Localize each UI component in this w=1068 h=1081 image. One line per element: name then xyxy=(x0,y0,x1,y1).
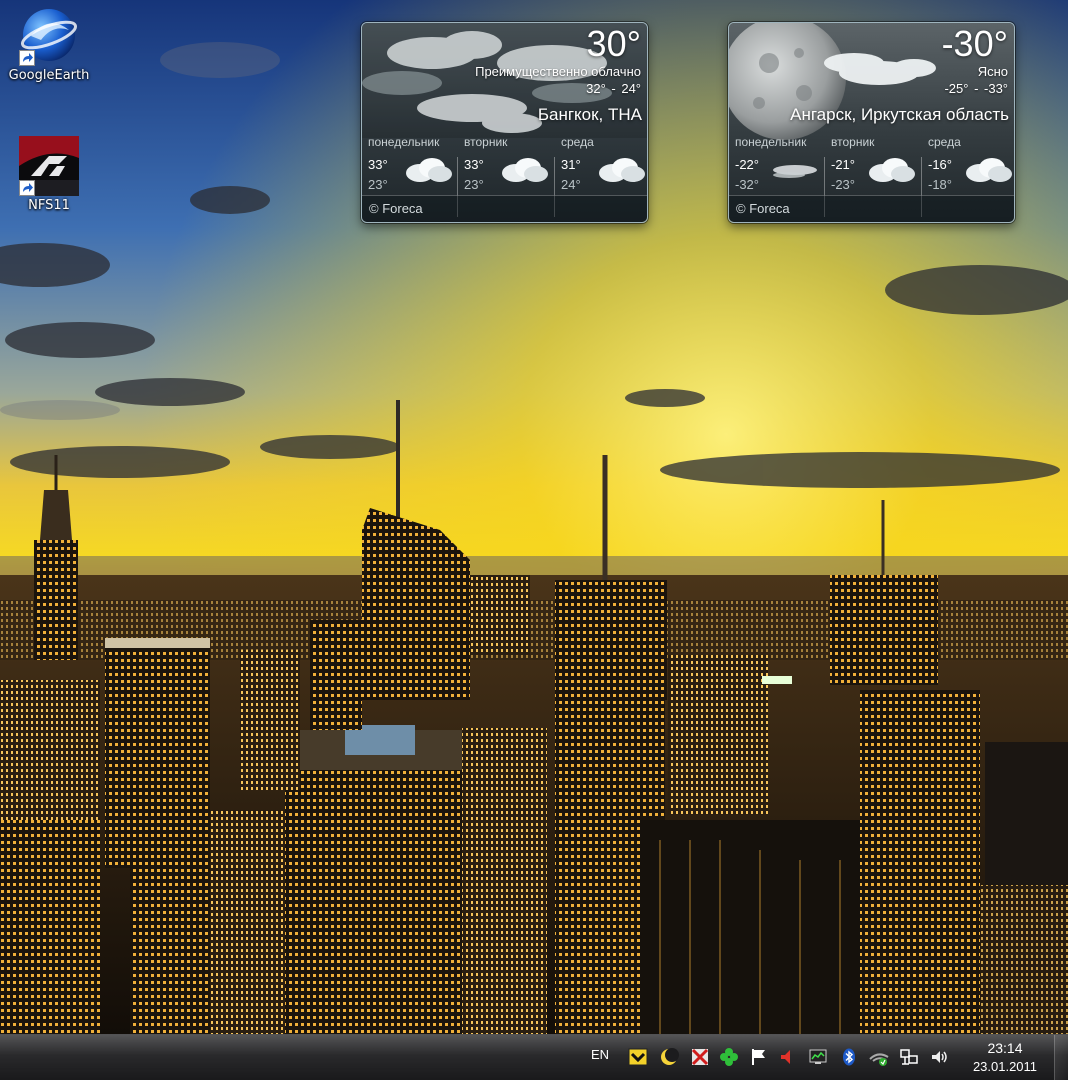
forecast-day: вторник 33° 23° xyxy=(458,131,554,193)
temperature-range: -25° - -33° xyxy=(944,81,1008,96)
clock-time: 23:14 xyxy=(987,1040,1023,1056)
moon-tray-icon[interactable] xyxy=(659,1047,679,1067)
show-desktop-button[interactable] xyxy=(1054,1035,1068,1081)
day-low: 23° xyxy=(368,177,388,192)
speaker-arrow-icon[interactable] xyxy=(777,1047,797,1067)
foreca-credit-link[interactable]: © Foreca xyxy=(369,201,423,216)
weather-condition: Преимущественно облачно xyxy=(475,64,641,79)
forecast-row: понедельник -22° -32° вторник -21° -23° … xyxy=(729,131,1014,217)
day-low: 23° xyxy=(464,177,484,192)
current-temperature: 30° xyxy=(586,23,641,64)
clover-tray-icon[interactable] xyxy=(719,1047,739,1067)
forecast-day: среда -16° -18° xyxy=(922,131,1014,193)
day-name: вторник xyxy=(464,135,508,149)
cloudy-icon xyxy=(599,158,645,182)
language-indicator[interactable]: EN xyxy=(591,1047,609,1062)
shortcut-arrow-icon xyxy=(19,50,35,66)
shortcut-arrow-icon xyxy=(19,180,35,196)
cloudy-icon xyxy=(869,158,915,182)
taskbar: EN 23:14 23.01.2011 xyxy=(0,1034,1068,1081)
cloudy-icon xyxy=(966,158,1012,182)
day-low: -32° xyxy=(735,177,759,192)
gadget-footer: © Foreca xyxy=(729,195,1014,222)
city-name: Ангарск, Иркутская область xyxy=(790,105,1009,124)
day-high: -22° xyxy=(735,157,759,172)
desktop-shortcut-google-earth[interactable]: GoogleEarth xyxy=(4,6,94,83)
system-clock[interactable]: 23:14 23.01.2011 xyxy=(962,1039,1048,1077)
foreca-credit-link[interactable]: © Foreca xyxy=(736,201,790,216)
forecast-day: понедельник 33° 23° xyxy=(362,131,458,193)
gadget-footer: © Foreca xyxy=(362,195,647,222)
day-high: 31° xyxy=(561,157,581,172)
haze-icon xyxy=(773,165,817,178)
day-low: -18° xyxy=(928,177,952,192)
volume-icon[interactable] xyxy=(929,1047,949,1067)
nfs-game-icon xyxy=(19,136,79,196)
day-high: 33° xyxy=(464,157,484,172)
weather-gadget-angarsk[interactable]: -30° Ясно -25° - -33° Ангарск, Иркутская… xyxy=(728,22,1015,223)
city-name: Бангкок, THA xyxy=(537,105,642,124)
network-icon[interactable] xyxy=(899,1047,919,1067)
wifi-disconnected-icon[interactable] xyxy=(868,1047,889,1067)
day-high: -21° xyxy=(831,157,855,172)
cloudy-icon xyxy=(406,158,452,182)
day-high: -16° xyxy=(928,157,952,172)
day-high: 33° xyxy=(368,157,388,172)
antivirus-tray-icon[interactable] xyxy=(690,1047,710,1067)
bluetooth-icon[interactable] xyxy=(839,1047,859,1067)
weather-condition: Ясно xyxy=(977,64,1008,79)
forecast-day: вторник -21° -23° xyxy=(825,131,921,193)
temperature-range: 32° - 24° xyxy=(586,81,641,96)
day-name: понедельник xyxy=(368,135,440,149)
forecast-day: понедельник -22° -32° xyxy=(729,131,825,193)
google-earth-icon xyxy=(19,6,79,66)
desktop-shortcut-nfs11[interactable]: NFS11 xyxy=(4,136,94,213)
forecast-row: понедельник 33° 23° вторник 33° 23° сред… xyxy=(362,131,647,217)
app-tray-icon[interactable] xyxy=(628,1047,648,1067)
day-low: 24° xyxy=(561,177,581,192)
flag-action-center-icon[interactable] xyxy=(749,1047,769,1067)
cloudy-icon xyxy=(502,158,548,182)
weather-gadget-bangkok[interactable]: 30° Преимущественно облачно 32° - 24° Ба… xyxy=(361,22,648,223)
day-name: понедельник xyxy=(735,135,807,149)
day-low: -23° xyxy=(831,177,855,192)
day-name: среда xyxy=(561,135,594,149)
clock-date: 23.01.2011 xyxy=(972,1059,1038,1074)
current-temperature: -30° xyxy=(941,23,1008,64)
day-name: среда xyxy=(928,135,961,149)
desktop-icon-label: GoogleEarth xyxy=(8,68,90,83)
day-name: вторник xyxy=(831,135,875,149)
desktop-icon-label: NFS11 xyxy=(28,198,70,213)
monitor-tray-icon[interactable] xyxy=(808,1047,828,1067)
forecast-day: среда 31° 24° xyxy=(555,131,647,193)
